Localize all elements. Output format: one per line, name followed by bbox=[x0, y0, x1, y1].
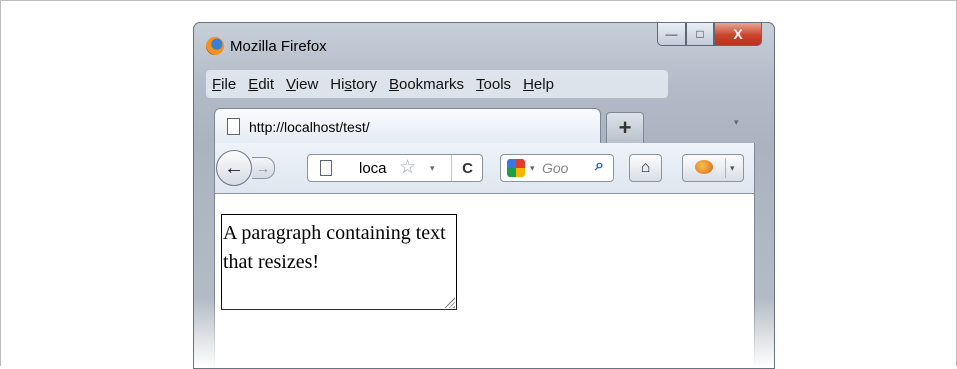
divider bbox=[725, 158, 726, 178]
google-icon[interactable] bbox=[507, 159, 525, 177]
tab-list-dropdown[interactable]: ▾ bbox=[734, 117, 739, 128]
menu-tools[interactable]: Tools bbox=[476, 76, 511, 93]
new-tab-button[interactable]: + bbox=[606, 112, 644, 143]
close-button[interactable]: X bbox=[714, 23, 762, 46]
menu-history[interactable]: History bbox=[330, 76, 377, 93]
home-button[interactable]: ⌂ bbox=[629, 154, 662, 182]
ladybug-icon bbox=[695, 160, 713, 174]
url-input[interactable]: loca bbox=[359, 160, 387, 177]
bookmark-star-icon[interactable]: ☆ bbox=[399, 156, 416, 179]
addon-button[interactable]: ▾ bbox=[682, 154, 744, 182]
url-bar[interactable]: loca ☆ ▾ C bbox=[307, 154, 483, 182]
url-history-dropdown[interactable]: ▾ bbox=[430, 163, 435, 174]
tab-title: http://localhost/test/ bbox=[249, 119, 370, 135]
menu-help[interactable]: Help bbox=[523, 76, 554, 93]
menu-bar: File Edit View History Bookmarks Tools Help bbox=[206, 70, 668, 98]
maximize-button[interactable]: □ bbox=[686, 23, 714, 46]
browser-window: Mozilla Firefox — □ X File Edit View Histor… bbox=[193, 22, 775, 369]
paragraph-text: A paragraph containing text that resizes… bbox=[223, 222, 446, 273]
tab-active[interactable]: http://localhost/test/ bbox=[214, 108, 601, 145]
navigation-toolbar: ← → loca ☆ ▾ C ▾ Goo ⌕ ⌂ ▾ bbox=[214, 143, 755, 194]
search-go-icon[interactable]: ⌕ bbox=[595, 157, 604, 175]
window-title: Mozilla Firefox bbox=[230, 38, 327, 55]
menu-bookmarks[interactable]: Bookmarks bbox=[389, 76, 464, 93]
resize-handle[interactable] bbox=[444, 297, 455, 308]
search-bar[interactable]: ▾ Goo ⌕ bbox=[500, 154, 614, 182]
menu-file[interactable]: File bbox=[212, 76, 236, 93]
page-icon bbox=[320, 160, 332, 176]
addon-dropdown[interactable]: ▾ bbox=[730, 163, 735, 174]
forward-button[interactable]: → bbox=[252, 157, 275, 179]
tab-strip: http://localhost/test/ + ▾ bbox=[194, 103, 774, 145]
menu-view[interactable]: View bbox=[286, 76, 318, 93]
page-content: A paragraph containing text that resizes… bbox=[214, 194, 755, 368]
caption-buttons: — □ X bbox=[657, 23, 762, 47]
menu-edit[interactable]: Edit bbox=[248, 76, 274, 93]
back-button[interactable]: ← bbox=[216, 150, 252, 186]
firefox-logo-icon[interactable] bbox=[206, 37, 224, 55]
search-engine-dropdown[interactable]: ▾ bbox=[530, 163, 535, 174]
reload-button[interactable]: C bbox=[451, 155, 483, 181]
page-icon bbox=[227, 118, 240, 135]
search-input[interactable]: Goo bbox=[542, 160, 568, 176]
minimize-button[interactable]: — bbox=[657, 23, 686, 46]
title-bar[interactable]: Mozilla Firefox — □ X bbox=[194, 23, 774, 68]
resizable-paragraph[interactable]: A paragraph containing text that resizes… bbox=[221, 214, 457, 310]
